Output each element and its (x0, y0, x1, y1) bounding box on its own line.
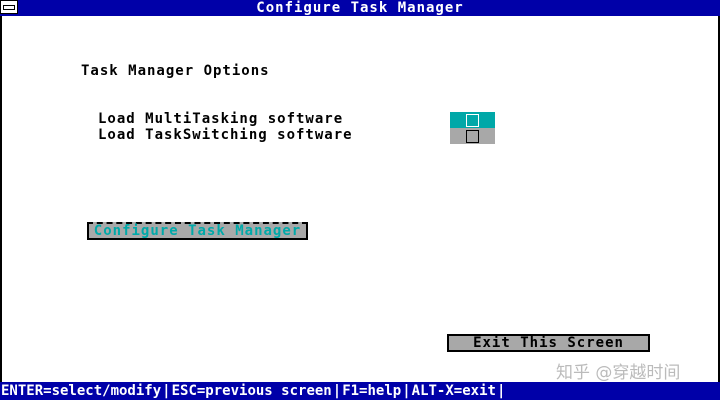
taskswitching-checkbox[interactable] (450, 128, 495, 144)
option-label-taskswitching: Load TaskSwitching software (98, 127, 353, 143)
watermark: 知乎 @穿越时间 (556, 363, 681, 383)
status-separator: | (162, 383, 171, 399)
configure-task-manager-button[interactable]: Configure Task Manager (87, 222, 308, 240)
status-separator: | (332, 383, 342, 399)
section-title: Task Manager Options (81, 63, 270, 79)
status-hint-f1: F1=help (342, 383, 402, 399)
status-hint-altx: ALT-X=exit (411, 383, 496, 399)
multitasking-checkbox[interactable] (450, 112, 495, 128)
window-title: Configure Task Manager (256, 0, 464, 16)
status-separator: | (496, 383, 506, 399)
title-bar: Configure Task Manager (0, 0, 720, 16)
status-bar: ENTER=select/modify|ESC=previous screen|… (0, 382, 720, 400)
system-menu-icon[interactable] (0, 0, 18, 14)
exit-button-label: Exit This Screen (473, 335, 624, 351)
status-hint-enter: ENTER=select/modify (1, 383, 162, 399)
checkbox-icon (466, 129, 479, 143)
option-label-multitasking: Load MultiTasking software (98, 111, 344, 127)
configure-button-label: Configure Task Manager (93, 223, 302, 239)
exit-screen-button[interactable]: Exit This Screen (447, 334, 650, 352)
status-separator: | (402, 383, 411, 399)
status-hint-esc: ESC=previous screen (171, 383, 332, 399)
checkbox-icon (466, 113, 479, 127)
